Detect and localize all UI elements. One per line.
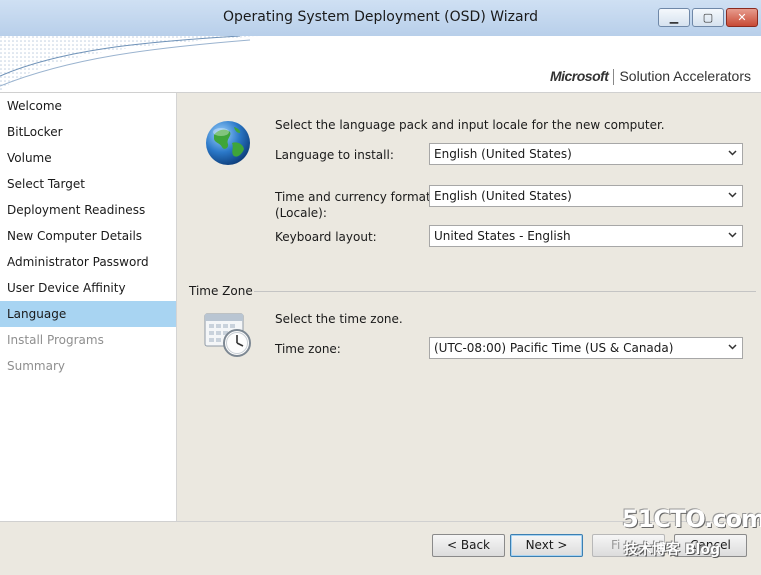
language-instruction: Select the language pack and input local… bbox=[275, 118, 665, 132]
site-watermark: 51CTO.com 技术博客 Blog bbox=[622, 505, 761, 569]
locale-label-line2: (Locale): bbox=[275, 206, 327, 220]
language-to-install-label: Language to install: bbox=[275, 148, 394, 162]
sidebar-item-user-device-affinity[interactable]: User Device Affinity bbox=[0, 275, 176, 301]
chevron-down-icon bbox=[728, 232, 737, 238]
wizard-window: Operating System Deployment (OSD) Wizard… bbox=[0, 0, 761, 575]
locale-label-line1: Time and currency format bbox=[275, 190, 431, 204]
keyboard-layout-value: United States - English bbox=[434, 229, 571, 243]
chevron-down-icon bbox=[728, 344, 737, 350]
watermark-top-text: 51CTO.com bbox=[622, 505, 761, 533]
brand-separator bbox=[613, 69, 615, 86]
back-button[interactable]: < Back bbox=[432, 534, 505, 557]
brand-product: Solution Accelerators bbox=[619, 68, 751, 84]
keyboard-layout-dropdown[interactable]: United States - English bbox=[429, 225, 743, 247]
watermark-bottom-cjk: 技术博客 bbox=[624, 542, 680, 558]
time-zone-divider bbox=[254, 291, 756, 292]
language-to-install-dropdown[interactable]: English (United States) bbox=[429, 143, 743, 165]
sidebar-item-volume[interactable]: Volume bbox=[0, 145, 176, 171]
locale-value: English (United States) bbox=[434, 189, 572, 203]
next-button[interactable]: Next > bbox=[510, 534, 583, 557]
sidebar-item-administrator-password[interactable]: Administrator Password bbox=[0, 249, 176, 275]
header-banner: Microsoft Solution Accelerators bbox=[0, 36, 761, 93]
time-zone-instruction: Select the time zone. bbox=[275, 312, 403, 326]
brand-name: Microsoft bbox=[549, 68, 609, 84]
watermark-bottom-text: 技术博客 Blog bbox=[624, 539, 720, 559]
wizard-steps-sidebar: Welcome BitLocker Volume Select Target D… bbox=[0, 93, 177, 521]
sidebar-item-select-target[interactable]: Select Target bbox=[0, 171, 176, 197]
banner-swoosh-graphic bbox=[0, 36, 260, 92]
window-title: Operating System Deployment (OSD) Wizard bbox=[223, 9, 538, 25]
chevron-down-icon bbox=[728, 192, 737, 198]
time-zone-value: (UTC-08:00) Pacific Time (US & Canada) bbox=[434, 341, 674, 355]
sidebar-item-summary: Summary bbox=[7, 359, 65, 373]
sidebar-item-welcome[interactable]: Welcome bbox=[0, 93, 176, 119]
brand-logo: Microsoft Solution Accelerators bbox=[549, 68, 751, 86]
close-icon: ✕ bbox=[737, 11, 747, 24]
language-to-install-value: English (United States) bbox=[434, 147, 572, 161]
minimize-icon: ▁ bbox=[669, 11, 679, 24]
language-page: Select the language pack and input local… bbox=[177, 93, 761, 521]
watermark-bottom-suffix: Blog bbox=[684, 542, 720, 558]
sidebar-item-install-programs: Install Programs bbox=[7, 333, 104, 347]
keyboard-layout-label: Keyboard layout: bbox=[275, 230, 377, 244]
locale-dropdown[interactable]: English (United States) bbox=[429, 185, 743, 207]
sidebar-item-new-computer-details[interactable]: New Computer Details bbox=[0, 223, 176, 249]
time-zone-dropdown[interactable]: (UTC-08:00) Pacific Time (US & Canada) bbox=[429, 337, 743, 359]
sidebar-item-deployment-readiness[interactable]: Deployment Readiness bbox=[0, 197, 176, 223]
sidebar-item-language[interactable]: Language bbox=[0, 301, 176, 327]
globe-icon bbox=[206, 121, 250, 165]
time-zone-heading: Time Zone bbox=[189, 284, 253, 298]
minimize-button[interactable]: ▁ bbox=[658, 8, 690, 27]
chevron-down-icon bbox=[728, 150, 737, 156]
sidebar-item-bitlocker[interactable]: BitLocker bbox=[0, 119, 176, 145]
maximize-button[interactable]: ▢ bbox=[692, 8, 724, 27]
close-button[interactable]: ✕ bbox=[726, 8, 758, 27]
time-zone-label: Time zone: bbox=[275, 342, 341, 356]
title-bar[interactable]: Operating System Deployment (OSD) Wizard… bbox=[0, 0, 761, 37]
calendar-clock-icon bbox=[204, 313, 251, 357]
maximize-icon: ▢ bbox=[702, 11, 714, 24]
